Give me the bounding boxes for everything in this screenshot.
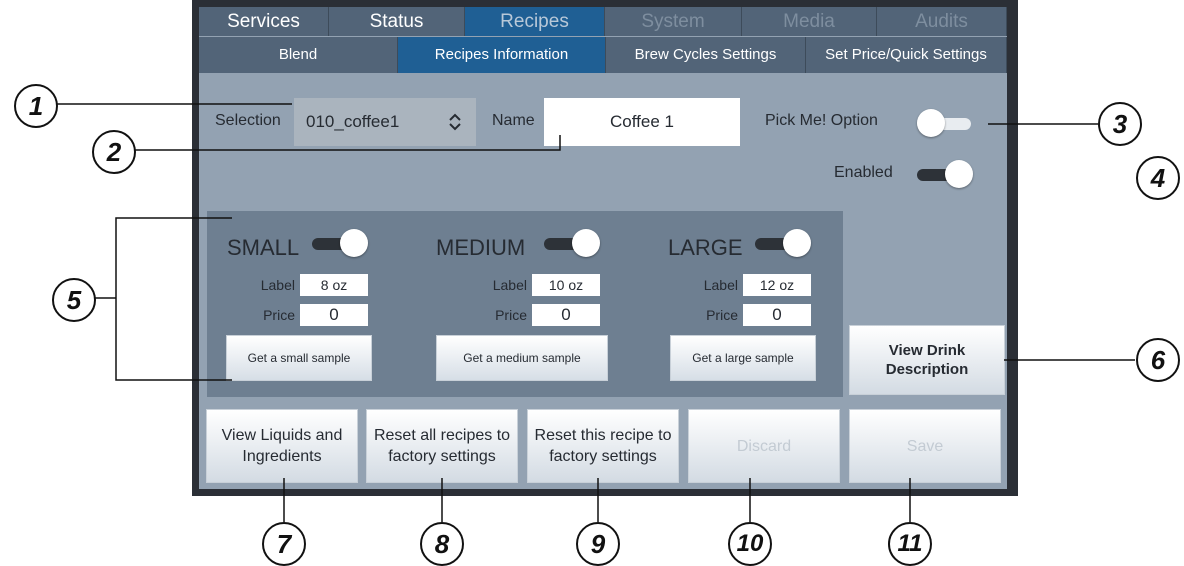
callout-5: 5 (52, 278, 96, 322)
callout-10: 10 (728, 522, 772, 566)
callout-6: 6 (1136, 338, 1180, 382)
callout-9: 9 (576, 522, 620, 566)
callout-7: 7 (262, 522, 306, 566)
callout-1: 1 (14, 84, 58, 128)
callout-3: 3 (1098, 102, 1142, 146)
callout-leader-lines (56, 103, 1135, 522)
callout-2: 2 (92, 130, 136, 174)
callout-4: 4 (1136, 156, 1180, 200)
callout-11: 11 (888, 522, 932, 566)
callout-8: 8 (420, 522, 464, 566)
